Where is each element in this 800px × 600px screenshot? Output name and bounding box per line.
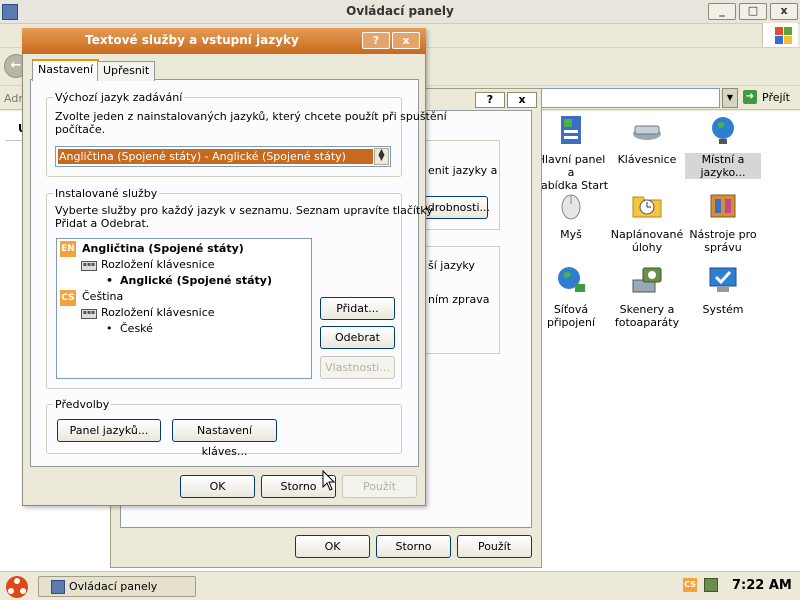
regional-apply-button[interactable]: Použít: [457, 535, 532, 558]
tree-item-en-layout[interactable]: Anglické (Spojené státy): [120, 274, 272, 287]
tab-advanced[interactable]: Upřesnit: [97, 61, 156, 81]
start-menu-icon: [561, 116, 581, 144]
minimize-button[interactable]: _: [708, 3, 736, 20]
tab-settings[interactable]: Nastavení: [32, 59, 100, 81]
keyboard-icon: ▪▪▪: [81, 261, 97, 271]
network-icon: [558, 267, 585, 292]
cp-item-system[interactable]: Systém: [685, 264, 761, 316]
installed-services-description: Přidat a Odebrat.: [55, 217, 150, 230]
language-indicator[interactable]: CS: [683, 578, 697, 592]
tree-bullet: •: [106, 322, 113, 335]
go-button[interactable]: Přejít: [762, 91, 790, 104]
regional-text: enit jazyky a: [428, 164, 498, 177]
window-title: Ovládací panely: [346, 4, 454, 18]
cp-item-admin[interactable]: Nástroje pro správu: [685, 189, 761, 254]
close-button[interactable]: x: [770, 3, 798, 20]
dialog-help-button[interactable]: ?: [362, 32, 390, 49]
properties-button[interactable]: Vlastnosti...: [320, 356, 395, 379]
taskbar-item-control-panel[interactable]: Ovládací panely: [38, 576, 196, 597]
address-label: Adr: [4, 92, 23, 105]
cp-item-label: Místní a: [685, 153, 761, 166]
tree-item-cs-layout-header[interactable]: Rozložení klávesnice: [101, 306, 215, 319]
key-settings-button[interactable]: Nastavení kláves...: [172, 419, 277, 458]
cp-item-label: Síťová: [553, 303, 589, 316]
control-panel-icon: [51, 580, 65, 594]
default-language-description: Zvolte jeden z nainstalovaných jazyků, k…: [55, 110, 447, 123]
installed-services-label: Instalované služby: [53, 187, 160, 200]
default-language-select[interactable]: Angličtina (Spojené státy) - Anglické (S…: [55, 146, 391, 167]
regional-text: ší jazyky: [428, 259, 475, 272]
cp-item-taskbar[interactable]: Hlavní panel a nabídka Start: [533, 114, 609, 192]
add-button[interactable]: Přidat...: [320, 297, 395, 320]
default-language-value: Angličtina (Spojené státy) - Anglické (S…: [58, 149, 373, 164]
mouse-cursor-icon: [322, 470, 336, 491]
cp-item-label: připojení: [546, 316, 596, 329]
language-bar-button[interactable]: Panel jazyků...: [57, 419, 161, 442]
regional-close-button[interactable]: x: [507, 92, 537, 108]
en-flag-icon: EN: [60, 241, 76, 257]
cp-item-label: správu: [704, 241, 742, 254]
start-menu-icon[interactable]: [6, 576, 28, 598]
tree-item-english[interactable]: Angličtina (Spojené státy): [82, 242, 244, 255]
updown-arrows-icon[interactable]: ▲ ▼: [374, 148, 389, 165]
regional-text: ním zprava: [428, 293, 490, 306]
keyboard-icon: [633, 125, 661, 140]
address-dropdown-icon[interactable]: ▼: [722, 88, 738, 108]
tree-item-cs-layout[interactable]: České: [120, 322, 153, 335]
cp-item-label: fotoaparáty: [614, 316, 680, 329]
regional-cancel-button[interactable]: Storno: [376, 535, 451, 558]
tree-item-en-layout-header[interactable]: Rozložení klávesnice: [101, 258, 215, 271]
cp-item-label: Systém: [702, 303, 744, 316]
cp-item-label: Skenery a: [619, 303, 675, 316]
cp-item-label: Hlavní panel a: [536, 153, 606, 179]
system-icon: [709, 267, 737, 292]
cp-item-label: jazyko...: [685, 166, 761, 179]
cp-item-label: Naplánované: [610, 228, 684, 241]
installed-services-description: Vyberte služby pro každý jazyk v seznamu…: [55, 204, 433, 217]
admin-tools-icon: [710, 194, 736, 218]
ok-button[interactable]: OK: [180, 475, 255, 498]
remove-button[interactable]: Odebrat: [320, 326, 395, 349]
cp-item-label: Klávesnice: [617, 153, 677, 166]
tree-item-czech[interactable]: Čeština: [82, 290, 123, 303]
cp-item-tasks[interactable]: Naplánované úlohy: [609, 189, 685, 254]
keyboard-icon: ▪▪▪: [81, 309, 97, 319]
cp-item-keyboard[interactable]: Klávesnice: [609, 114, 685, 166]
cp-item-label: úlohy: [631, 241, 663, 254]
regional-ok-button[interactable]: OK: [295, 535, 370, 558]
windows-logo-icon: [762, 23, 798, 47]
tray-app-icon[interactable]: [704, 578, 718, 592]
cp-item-regional[interactable]: Místní a jazyko...: [685, 114, 761, 179]
cs-flag-icon: CS: [60, 290, 76, 306]
default-language-label: Výchozí jazyk zadávání: [53, 91, 185, 104]
cp-item-mouse[interactable]: Myš: [533, 189, 609, 241]
clock: 7:22 AM: [732, 578, 792, 593]
dialog-title: Textové služby a vstupní jazyky: [85, 33, 299, 47]
preferences-label: Předvolby: [53, 398, 112, 411]
cp-item-network[interactable]: Síťová připojení: [533, 264, 609, 329]
taskbar: Ovládací panely CS 7:22 AM: [0, 571, 800, 600]
apply-button[interactable]: Použít: [342, 475, 417, 498]
maximize-button[interactable]: □: [739, 3, 767, 20]
scheduled-tasks-icon: [632, 196, 662, 218]
cp-item-label: Nástroje pro: [689, 228, 757, 241]
cp-item-scanners[interactable]: Skenery a fotoaparáty: [609, 264, 685, 329]
scanner-camera-icon: [632, 267, 662, 293]
go-arrow-icon[interactable]: ➜: [743, 90, 757, 104]
tree-bullet: •: [106, 274, 114, 287]
taskbar-item-label: Ovládací panely: [69, 580, 158, 593]
dialog-close-button[interactable]: x: [392, 32, 420, 49]
globe-icon: [712, 117, 734, 144]
default-language-description: počítače.: [55, 123, 106, 136]
cp-item-label: Myš: [560, 228, 582, 241]
regional-help-button[interactable]: ?: [475, 92, 505, 108]
mouse-icon: [561, 194, 581, 220]
control-panel-titlebar[interactable]: Ovládací panely: [0, 0, 800, 24]
